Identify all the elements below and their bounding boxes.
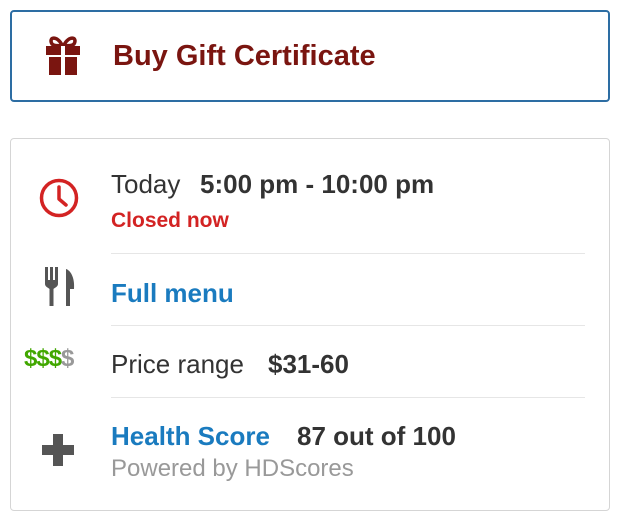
price-range-value: $31-60 bbox=[268, 349, 349, 379]
hours-status: Closed now bbox=[111, 209, 229, 232]
health-score-source: Powered by HDScores bbox=[111, 455, 354, 482]
divider bbox=[111, 325, 585, 326]
clock-icon bbox=[38, 177, 80, 224]
full-menu-link[interactable]: Full menu bbox=[111, 278, 234, 309]
gift-icon bbox=[45, 35, 81, 75]
buy-gift-certificate-button[interactable]: Buy Gift Certificate bbox=[10, 10, 610, 102]
business-info-card: Today 5:00 pm - 10:00 pm Closed now Full… bbox=[10, 138, 610, 511]
hours-day-label: Today bbox=[111, 169, 181, 199]
health-score-value: 87 out of 100 bbox=[297, 421, 456, 451]
gift-button-label: Buy Gift Certificate bbox=[113, 40, 376, 72]
hours-time-range: 5:00 pm - 10:00 pm bbox=[200, 169, 435, 199]
price-dollars-icon: $$$$ bbox=[24, 345, 74, 372]
plus-icon bbox=[42, 434, 74, 471]
divider bbox=[111, 397, 585, 398]
health-score-link[interactable]: Health Score bbox=[111, 421, 270, 452]
divider bbox=[111, 253, 585, 254]
price-range-label: Price range bbox=[111, 349, 244, 379]
fork-knife-icon bbox=[44, 267, 76, 312]
